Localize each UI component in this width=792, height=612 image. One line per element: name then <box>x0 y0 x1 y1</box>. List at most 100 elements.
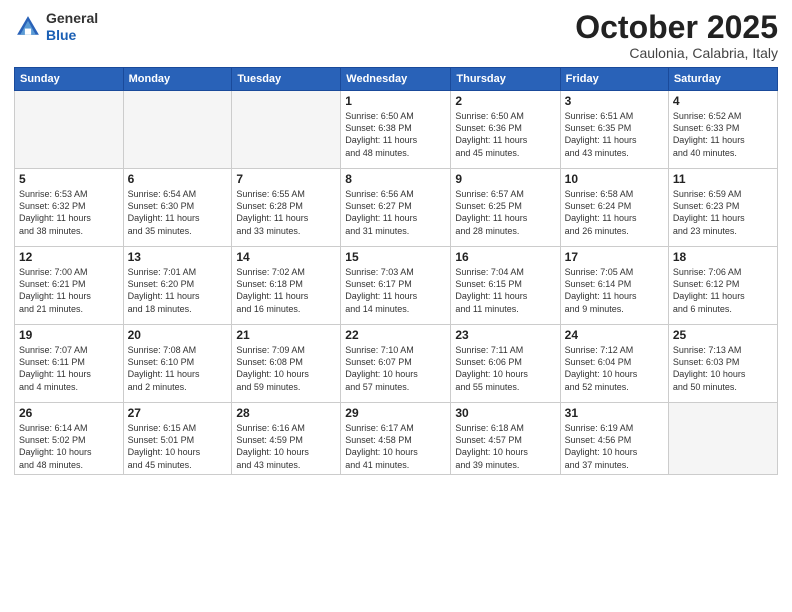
table-row: 22Sunrise: 7:10 AM Sunset: 6:07 PM Dayli… <box>341 325 451 403</box>
day-number: 13 <box>128 250 228 264</box>
logo-general: General <box>46 10 98 26</box>
day-number: 3 <box>565 94 664 108</box>
table-row: 25Sunrise: 7:13 AM Sunset: 6:03 PM Dayli… <box>668 325 777 403</box>
table-row <box>232 91 341 169</box>
day-number: 23 <box>455 328 555 342</box>
day-number: 14 <box>236 250 336 264</box>
day-number: 30 <box>455 406 555 420</box>
day-info: Sunrise: 6:56 AM Sunset: 6:27 PM Dayligh… <box>345 188 446 237</box>
day-number: 29 <box>345 406 446 420</box>
table-row: 11Sunrise: 6:59 AM Sunset: 6:23 PM Dayli… <box>668 169 777 247</box>
day-info: Sunrise: 7:07 AM Sunset: 6:11 PM Dayligh… <box>19 344 119 393</box>
header-monday: Monday <box>123 68 232 91</box>
day-info: Sunrise: 7:00 AM Sunset: 6:21 PM Dayligh… <box>19 266 119 315</box>
day-number: 26 <box>19 406 119 420</box>
calendar-row-4: 26 Sunrise: 6:14 AM Sunset: 5:02 PM Dayli… <box>15 403 778 475</box>
day-info: Sunrise: 7:04 AM Sunset: 6:15 PM Dayligh… <box>455 266 555 315</box>
table-row: 14Sunrise: 7:02 AM Sunset: 6:18 PM Dayli… <box>232 247 341 325</box>
page-header: General Blue October 2025 Caulonia, Cala… <box>14 10 778 61</box>
calendar-row-1: 5Sunrise: 6:53 AM Sunset: 6:32 PM Daylig… <box>15 169 778 247</box>
table-row: 10Sunrise: 6:58 AM Sunset: 6:24 PM Dayli… <box>560 169 668 247</box>
table-row: 17Sunrise: 7:05 AM Sunset: 6:14 PM Dayli… <box>560 247 668 325</box>
day-number: 15 <box>345 250 446 264</box>
table-row: 18 Sunrise: 7:06 AM Sunset: 6:12 PM Dayli… <box>668 247 777 325</box>
table-row: 30 Sunrise: 6:18 AM Sunset: 4:57 PM Dayli… <box>451 403 560 475</box>
day-info: Sunrise: 6:51 AM Sunset: 6:35 PM Dayligh… <box>565 110 664 159</box>
table-row: 29 Sunrise: 6:17 AM Sunset: 4:58 PM Dayli… <box>341 403 451 475</box>
calendar-row-3: 19Sunrise: 7:07 AM Sunset: 6:11 PM Dayli… <box>15 325 778 403</box>
calendar-table: Sunday Monday Tuesday Wednesday Thursday… <box>14 67 778 475</box>
table-row: 12 Sunrise: 7:00 AM Sunset: 6:21 PM Dayli… <box>15 247 124 325</box>
day-number: 7 <box>236 172 336 186</box>
table-row: 26 Sunrise: 6:14 AM Sunset: 5:02 PM Dayli… <box>15 403 124 475</box>
table-row: 1 Sunrise: 6:50 AM Sunset: 6:38 PM Daylig… <box>341 91 451 169</box>
day-number: 25 <box>673 328 773 342</box>
header-thursday: Thursday <box>451 68 560 91</box>
day-number: 2 <box>455 94 555 108</box>
day-number: 1 <box>345 94 446 108</box>
weekday-header-row: Sunday Monday Tuesday Wednesday Thursday… <box>15 68 778 91</box>
table-row: 3 Sunrise: 6:51 AM Sunset: 6:35 PM Daylig… <box>560 91 668 169</box>
day-info: Sunrise: 7:11 AM Sunset: 6:06 PM Dayligh… <box>455 344 555 393</box>
day-number: 18 <box>673 250 773 264</box>
table-row: 23 Sunrise: 7:11 AM Sunset: 6:06 PM Dayli… <box>451 325 560 403</box>
day-info: Sunrise: 6:52 AM Sunset: 6:33 PM Dayligh… <box>673 110 773 159</box>
table-row: 21Sunrise: 7:09 AM Sunset: 6:08 PM Dayli… <box>232 325 341 403</box>
day-info: Sunrise: 7:05 AM Sunset: 6:14 PM Dayligh… <box>565 266 664 315</box>
table-row: 4 Sunrise: 6:52 AM Sunset: 6:33 PM Daylig… <box>668 91 777 169</box>
header-friday: Friday <box>560 68 668 91</box>
day-number: 28 <box>236 406 336 420</box>
table-row: 27 Sunrise: 6:15 AM Sunset: 5:01 PM Dayli… <box>123 403 232 475</box>
day-number: 4 <box>673 94 773 108</box>
header-wednesday: Wednesday <box>341 68 451 91</box>
day-info: Sunrise: 7:06 AM Sunset: 6:12 PM Dayligh… <box>673 266 773 315</box>
day-number: 31 <box>565 406 664 420</box>
table-row: 8 Sunrise: 6:56 AM Sunset: 6:27 PM Daylig… <box>341 169 451 247</box>
day-number: 20 <box>128 328 228 342</box>
day-info: Sunrise: 6:53 AM Sunset: 6:32 PM Dayligh… <box>19 188 119 237</box>
day-info: Sunrise: 6:17 AM Sunset: 4:58 PM Dayligh… <box>345 422 446 471</box>
day-number: 16 <box>455 250 555 264</box>
day-info: Sunrise: 7:01 AM Sunset: 6:20 PM Dayligh… <box>128 266 228 315</box>
page-container: General Blue October 2025 Caulonia, Cala… <box>0 0 792 612</box>
day-number: 21 <box>236 328 336 342</box>
day-info: Sunrise: 6:18 AM Sunset: 4:57 PM Dayligh… <box>455 422 555 471</box>
day-info: Sunrise: 6:55 AM Sunset: 6:28 PM Dayligh… <box>236 188 336 237</box>
day-info: Sunrise: 6:15 AM Sunset: 5:01 PM Dayligh… <box>128 422 228 471</box>
calendar-row-0: 1 Sunrise: 6:50 AM Sunset: 6:38 PM Daylig… <box>15 91 778 169</box>
table-row <box>668 403 777 475</box>
location: Caulonia, Calabria, Italy <box>575 45 778 61</box>
day-info: Sunrise: 6:58 AM Sunset: 6:24 PM Dayligh… <box>565 188 664 237</box>
table-row: 13 Sunrise: 7:01 AM Sunset: 6:20 PM Dayli… <box>123 247 232 325</box>
table-row: 5Sunrise: 6:53 AM Sunset: 6:32 PM Daylig… <box>15 169 124 247</box>
table-row: 31 Sunrise: 6:19 AM Sunset: 4:56 PM Dayli… <box>560 403 668 475</box>
table-row: 2 Sunrise: 6:50 AM Sunset: 6:36 PM Daylig… <box>451 91 560 169</box>
header-saturday: Saturday <box>668 68 777 91</box>
day-info: Sunrise: 7:08 AM Sunset: 6:10 PM Dayligh… <box>128 344 228 393</box>
logo: General Blue <box>14 10 98 44</box>
day-number: 8 <box>345 172 446 186</box>
day-number: 6 <box>128 172 228 186</box>
calendar-row-2: 12 Sunrise: 7:00 AM Sunset: 6:21 PM Dayli… <box>15 247 778 325</box>
table-row: 19Sunrise: 7:07 AM Sunset: 6:11 PM Dayli… <box>15 325 124 403</box>
day-info: Sunrise: 6:50 AM Sunset: 6:38 PM Dayligh… <box>345 110 446 159</box>
table-row: 28Sunrise: 6:16 AM Sunset: 4:59 PM Dayli… <box>232 403 341 475</box>
table-row <box>123 91 232 169</box>
table-row: 9 Sunrise: 6:57 AM Sunset: 6:25 PM Daylig… <box>451 169 560 247</box>
day-info: Sunrise: 6:54 AM Sunset: 6:30 PM Dayligh… <box>128 188 228 237</box>
day-info: Sunrise: 6:50 AM Sunset: 6:36 PM Dayligh… <box>455 110 555 159</box>
day-info: Sunrise: 6:14 AM Sunset: 5:02 PM Dayligh… <box>19 422 119 471</box>
day-number: 12 <box>19 250 119 264</box>
header-sunday: Sunday <box>15 68 124 91</box>
table-row: 16 Sunrise: 7:04 AM Sunset: 6:15 PM Dayli… <box>451 247 560 325</box>
day-info: Sunrise: 7:12 AM Sunset: 6:04 PM Dayligh… <box>565 344 664 393</box>
day-info: Sunrise: 6:19 AM Sunset: 4:56 PM Dayligh… <box>565 422 664 471</box>
day-number: 9 <box>455 172 555 186</box>
day-info: Sunrise: 7:03 AM Sunset: 6:17 PM Dayligh… <box>345 266 446 315</box>
day-info: Sunrise: 6:57 AM Sunset: 6:25 PM Dayligh… <box>455 188 555 237</box>
table-row: 6 Sunrise: 6:54 AM Sunset: 6:30 PM Daylig… <box>123 169 232 247</box>
header-tuesday: Tuesday <box>232 68 341 91</box>
day-number: 24 <box>565 328 664 342</box>
day-number: 27 <box>128 406 228 420</box>
table-row: 15 Sunrise: 7:03 AM Sunset: 6:17 PM Dayli… <box>341 247 451 325</box>
